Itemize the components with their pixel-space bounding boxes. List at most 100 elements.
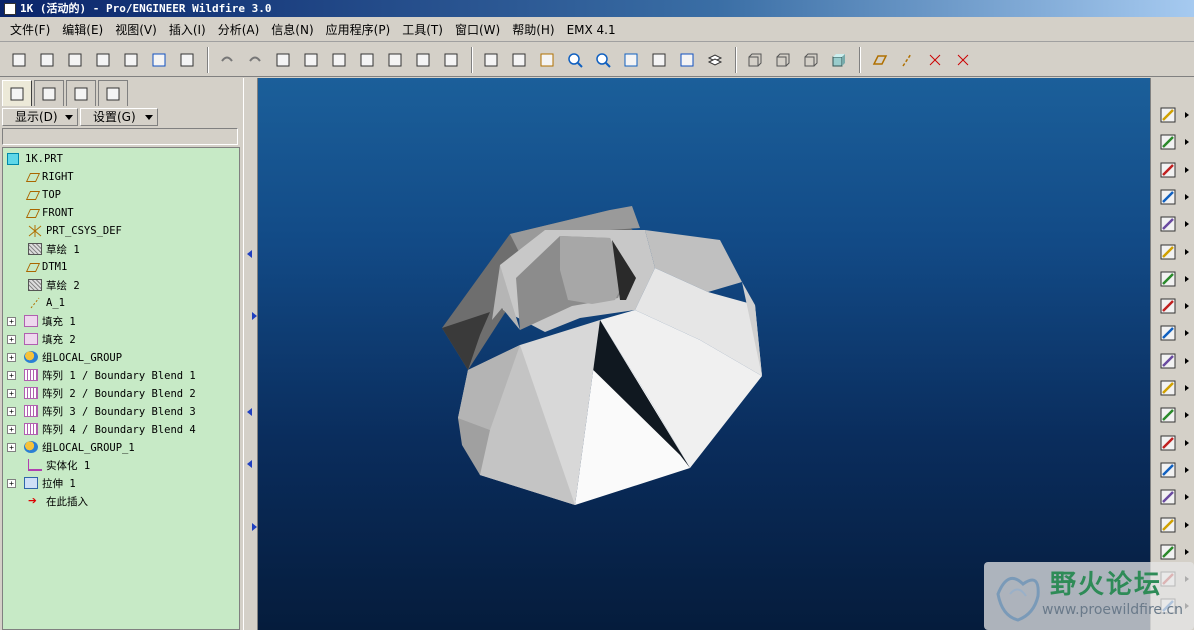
flyout-arrow-icon[interactable] [1185, 248, 1189, 255]
collapse-left-icon[interactable] [247, 250, 252, 258]
tree-item[interactable]: TOP [3, 186, 239, 204]
flyout-arrow-icon[interactable] [1185, 166, 1189, 173]
check-icon[interactable] [90, 47, 116, 73]
tree-item[interactable]: 1K.PRT [3, 150, 239, 168]
spin-center-icon[interactable] [478, 47, 504, 73]
wireframe-icon[interactable] [742, 47, 768, 73]
refit-icon[interactable] [618, 47, 644, 73]
copy-icon[interactable] [298, 47, 324, 73]
shading-icon[interactable] [826, 47, 852, 73]
flyout-arrow-icon[interactable] [1185, 112, 1189, 118]
model-tree-icon[interactable] [2, 80, 32, 106]
round-tool-icon[interactable] [1157, 186, 1179, 208]
layers-icon[interactable] [702, 47, 728, 73]
tree-item[interactable]: + 组LOCAL_GROUP [3, 348, 239, 366]
flyout-arrow-icon[interactable] [1185, 548, 1189, 555]
tree-item[interactable]: FRONT [3, 204, 239, 222]
datum-csys-icon[interactable] [534, 47, 560, 73]
expand-toggle-icon[interactable]: + [7, 406, 16, 416]
view-manager-icon[interactable] [506, 47, 532, 73]
pattern-tool-icon[interactable] [1157, 350, 1179, 372]
panel-splitter[interactable] [243, 78, 258, 630]
tree-item[interactable]: DTM1 [3, 258, 239, 276]
shell-tool-icon[interactable] [1157, 295, 1179, 317]
paste-special-icon[interactable] [354, 47, 380, 73]
new-icon[interactable] [6, 47, 32, 73]
datum-axes-icon[interactable] [894, 47, 920, 73]
edit-icon[interactable] [118, 47, 144, 73]
menu-item[interactable]: 视图(V) [109, 21, 163, 38]
part-model-render[interactable] [258, 78, 1150, 630]
expand-toggle-icon[interactable]: + [7, 334, 16, 344]
tree-item[interactable]: 草绘 2 [3, 276, 239, 294]
tree-item[interactable]: A_1 [3, 294, 239, 312]
open-icon[interactable] [34, 47, 60, 73]
save-icon[interactable] [146, 47, 172, 73]
flyout-arrow-icon[interactable] [1185, 385, 1189, 391]
flyout-arrow-icon[interactable] [1185, 139, 1189, 146]
tree-item[interactable]: + 阵列 4 / Boundary Blend 4 [3, 420, 239, 438]
folder-browser-icon[interactable] [34, 80, 64, 106]
new-udf-icon[interactable] [1157, 104, 1179, 126]
extend-tool-icon[interactable] [1157, 486, 1179, 508]
paste-icon[interactable] [326, 47, 352, 73]
menu-item[interactable]: 插入(I) [163, 21, 212, 38]
tree-item[interactable]: ➔ 在此插入 [3, 492, 239, 510]
edge-chamfer-icon[interactable] [1157, 241, 1179, 263]
menu-item[interactable]: 帮助(H) [506, 21, 560, 38]
flyout-arrow-icon[interactable] [1185, 412, 1189, 419]
csys-display-icon[interactable] [950, 47, 976, 73]
select-box-icon[interactable] [438, 47, 464, 73]
print-icon[interactable] [174, 47, 200, 73]
hole-tool-icon[interactable] [1157, 159, 1179, 181]
flyout-arrow-icon[interactable] [1185, 521, 1189, 528]
datum-points-icon[interactable] [922, 47, 948, 73]
expand-toggle-icon[interactable]: + [7, 352, 16, 362]
tree-item[interactable]: + 阵列 1 / Boundary Blend 1 [3, 366, 239, 384]
undo-icon[interactable] [214, 47, 240, 73]
collapse-left-icon[interactable] [247, 408, 252, 416]
mirror-tool-icon[interactable] [1157, 404, 1179, 426]
rib-tool-icon[interactable] [1157, 322, 1179, 344]
expand-toggle-icon[interactable]: + [7, 316, 16, 326]
draft-tool-icon[interactable] [1157, 268, 1179, 290]
favorites-icon[interactable] [66, 80, 96, 106]
menu-item[interactable]: 文件(F) [4, 21, 56, 38]
menu-item[interactable]: 编辑(E) [56, 21, 109, 38]
expand-toggle-icon[interactable]: + [7, 442, 16, 452]
expand-right-icon[interactable] [252, 312, 257, 320]
expand-toggle-icon[interactable]: + [7, 478, 16, 488]
cut-icon[interactable] [270, 47, 296, 73]
tree-item[interactable]: + 阵列 2 / Boundary Blend 2 [3, 384, 239, 402]
close-window-icon[interactable] [62, 47, 88, 73]
zoom-out-icon[interactable] [590, 47, 616, 73]
menu-item[interactable]: EMX 4.1 [561, 23, 622, 37]
connections-icon[interactable] [98, 80, 128, 106]
tree-item[interactable]: RIGHT [3, 168, 239, 186]
tree-item[interactable]: + 填充 1 [3, 312, 239, 330]
regenerate-icon[interactable] [382, 47, 408, 73]
expand-toggle-icon[interactable]: + [7, 424, 16, 434]
flyout-arrow-icon[interactable] [1185, 466, 1189, 473]
merge-tool-icon[interactable] [1157, 432, 1179, 454]
no-hidden-icon[interactable] [798, 47, 824, 73]
flyout-arrow-icon[interactable] [1185, 193, 1189, 200]
trim-tool-icon[interactable] [1157, 459, 1179, 481]
tree-item[interactable]: 草绘 1 [3, 240, 239, 258]
zoom-in-icon[interactable] [562, 47, 588, 73]
feature-tool-icon[interactable] [1157, 131, 1179, 153]
chamfer-tool-icon[interactable] [1157, 213, 1179, 235]
find-icon[interactable] [410, 47, 436, 73]
flyout-arrow-icon[interactable] [1185, 221, 1189, 228]
collapse-left-icon[interactable] [247, 460, 252, 468]
tree-item[interactable]: + 阵列 3 / Boundary Blend 3 [3, 402, 239, 420]
expand-right-icon[interactable] [252, 523, 257, 531]
show-dropdown[interactable]: 显示(D) [2, 108, 78, 126]
flyout-arrow-icon[interactable] [1185, 330, 1189, 337]
copy-paste-icon[interactable] [1157, 377, 1179, 399]
menu-item[interactable]: 工具(T) [396, 21, 449, 38]
offset-tool-icon[interactable] [1157, 514, 1179, 536]
tree-item[interactable]: + 组LOCAL_GROUP_1 [3, 438, 239, 456]
menu-item[interactable]: 应用程序(P) [320, 21, 397, 38]
flyout-arrow-icon[interactable] [1185, 357, 1189, 364]
